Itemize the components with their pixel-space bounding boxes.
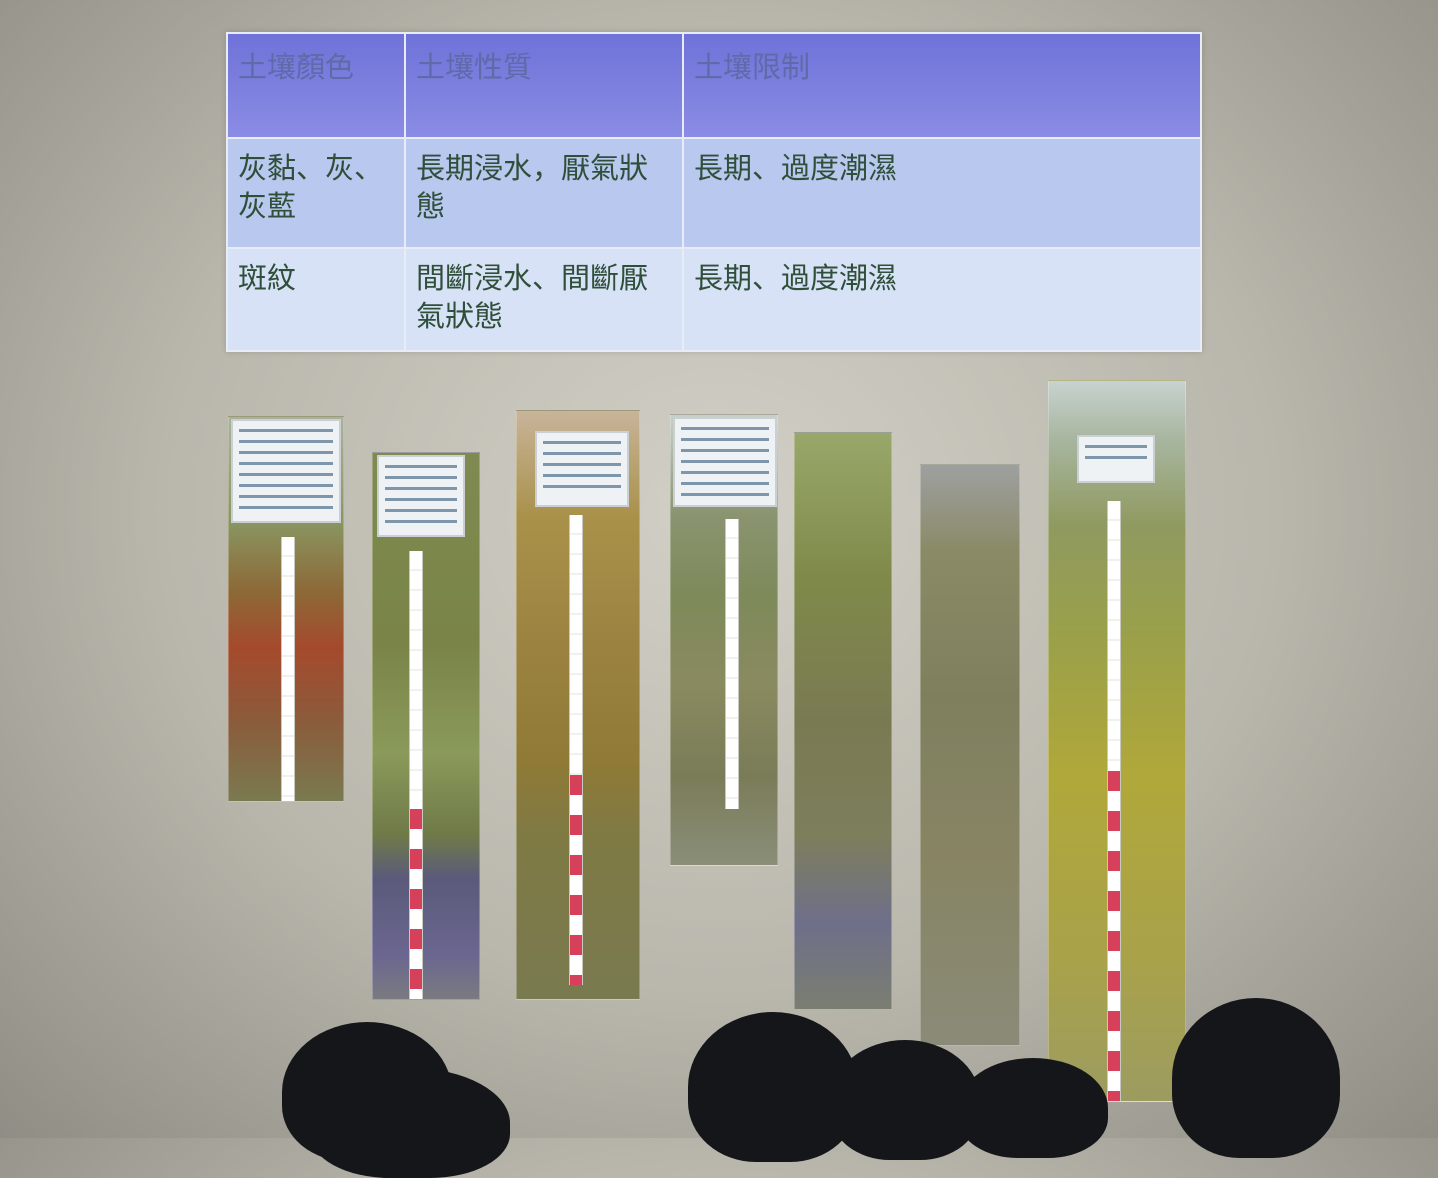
measuring-tape <box>1107 501 1121 1101</box>
soil-profile-photo-3 <box>516 410 640 1000</box>
profile-sign <box>377 455 465 537</box>
table-row: 灰黏、灰、灰藍 長期浸水，厭氣狀態 長期、過度潮濕 <box>226 137 1202 249</box>
measuring-tape <box>569 515 583 985</box>
cell-color: 斑紋 <box>226 246 406 353</box>
table-header-row: 土壤顏色 土壤性質 土壤限制 <box>226 31 1202 140</box>
measuring-tape <box>409 551 423 999</box>
soil-profile-photo-5 <box>794 432 892 1010</box>
soil-properties-table: 土壤顏色 土壤性質 土壤限制 灰黏、灰、灰藍 長期浸水，厭氣狀態 長期、過度潮濕… <box>226 31 1202 353</box>
soil-profile-photo-6 <box>920 464 1020 1046</box>
header-soil-color: 土壤顏色 <box>226 31 406 140</box>
soil-profile-photo-7 <box>1048 380 1186 1102</box>
cell-color: 灰黏、灰、灰藍 <box>226 137 406 249</box>
profile-sign <box>1077 435 1155 483</box>
profile-sign <box>673 417 777 507</box>
cell-limitation: 長期、過度潮濕 <box>682 246 1202 353</box>
cell-limitation: 長期、過度潮濕 <box>682 137 1202 249</box>
table-row: 斑紋 間斷浸水、間斷厭氣狀態 長期、過度潮濕 <box>226 246 1202 353</box>
cell-property: 間斷浸水、間斷厭氣狀態 <box>404 246 684 353</box>
audience-head <box>310 1068 510 1178</box>
profile-sign <box>231 419 341 523</box>
cell-property: 長期浸水，厭氣狀態 <box>404 137 684 249</box>
profile-sign <box>535 431 629 507</box>
audience-head <box>1172 998 1340 1158</box>
header-soil-limitation: 土壤限制 <box>682 31 1202 140</box>
soil-profile-photo-2 <box>372 452 480 1000</box>
audience-head <box>830 1040 980 1160</box>
audience-head <box>958 1058 1108 1158</box>
measuring-tape <box>281 537 295 801</box>
soil-profile-photo-1 <box>228 416 344 802</box>
projection-screen: 土壤顏色 土壤性質 土壤限制 灰黏、灰、灰藍 長期浸水，厭氣狀態 長期、過度潮濕… <box>0 0 1438 1178</box>
header-soil-property: 土壤性質 <box>404 31 684 140</box>
measuring-tape <box>725 519 739 809</box>
soil-profile-photo-4 <box>670 414 778 866</box>
